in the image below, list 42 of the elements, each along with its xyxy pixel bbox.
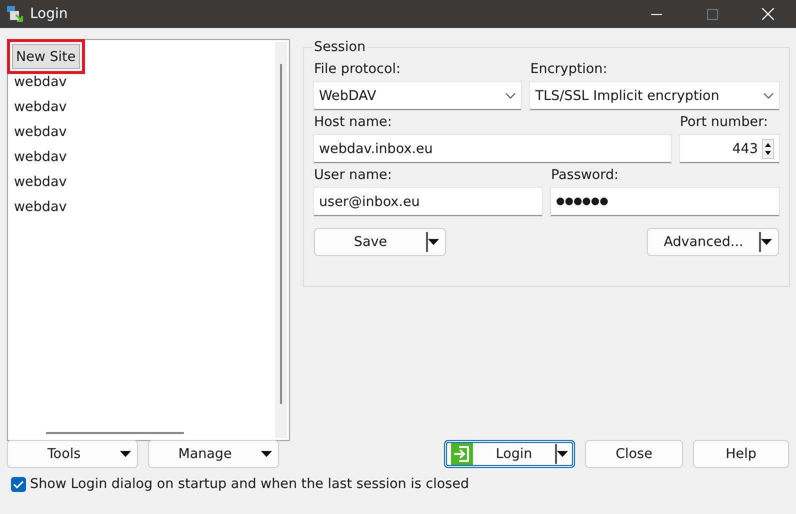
field-label: Port number: xyxy=(680,114,769,130)
app-icon xyxy=(6,5,24,23)
close-icon[interactable] xyxy=(762,8,774,20)
help-button[interactable]: Help xyxy=(693,440,789,468)
field-label: Host name: xyxy=(314,114,393,130)
site-item[interactable]: webdav xyxy=(10,119,71,144)
host-field[interactable]: webdav.inbox.eu xyxy=(314,135,671,163)
login-icon xyxy=(451,443,473,465)
checkbox[interactable] xyxy=(11,476,26,492)
checkbox-label: Show Login dialog on startup and when the last session is closed xyxy=(30,476,470,492)
field-label: User name: xyxy=(314,167,393,183)
spinner-icon xyxy=(762,138,774,158)
password-field[interactable]: ●●●●●● xyxy=(551,188,779,216)
site-item[interactable]: webdav xyxy=(10,144,71,169)
field-label: Password: xyxy=(551,167,620,183)
field-label: Encryption: xyxy=(530,61,608,77)
caret-icon xyxy=(428,239,439,245)
manage-button[interactable]: Manage xyxy=(148,440,279,468)
save-button[interactable]: Save xyxy=(314,228,446,256)
caret-icon xyxy=(557,451,568,457)
username-field[interactable]: user@inbox.eu xyxy=(314,188,542,216)
window-title: Login xyxy=(30,6,69,22)
port-field[interactable]: 443 xyxy=(680,135,779,163)
maximize-icon[interactable] xyxy=(706,8,718,20)
field-label: File protocol: xyxy=(314,61,402,77)
advanced-button[interactable]: Advanced... xyxy=(647,228,779,256)
caret-icon xyxy=(761,239,772,245)
caret-icon xyxy=(261,451,272,457)
site-item[interactable]: webdav xyxy=(10,194,71,219)
vertical-scrollbar[interactable] xyxy=(275,42,287,438)
chevron-icon xyxy=(763,92,774,98)
close-button[interactable]: Close xyxy=(585,440,683,468)
protocol-dropdown[interactable]: WebDAV xyxy=(314,82,522,110)
site-item[interactable]: webdav xyxy=(10,94,71,119)
group-title: Session xyxy=(313,39,367,55)
site-item[interactable]: webdav xyxy=(10,69,71,94)
login-button[interactable]: Login xyxy=(444,440,575,468)
site-item[interactable]: webdav xyxy=(10,169,71,194)
chevron-icon xyxy=(505,92,516,98)
tools-button[interactable]: Tools xyxy=(7,440,138,468)
encryption-dropdown[interactable]: TLS/SSL Implicit encryption xyxy=(530,82,779,110)
caret-icon xyxy=(120,451,131,457)
